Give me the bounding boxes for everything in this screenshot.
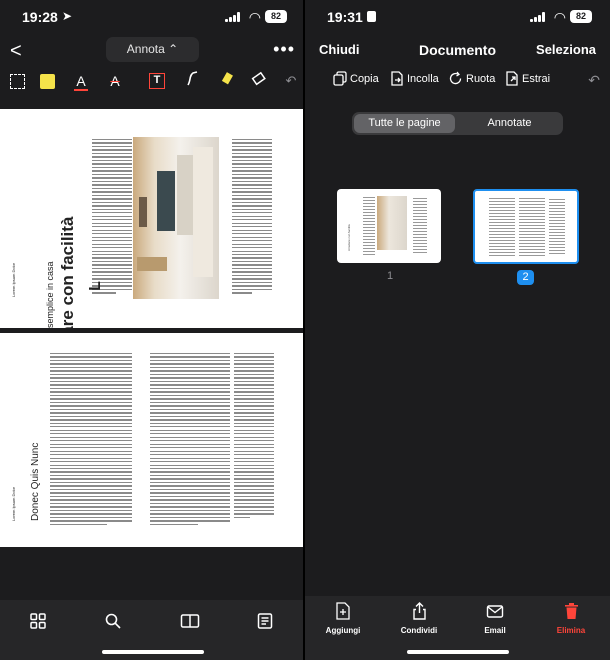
- left-bottom-toolbar: [0, 600, 305, 660]
- add-label: Aggiungi: [325, 626, 361, 635]
- rotate-button[interactable]: Ruota: [448, 71, 495, 86]
- segment-annotated[interactable]: Annotate: [459, 114, 560, 133]
- rotate-icon: [449, 71, 462, 85]
- status-bar: 19:31 ◠ 82: [305, 0, 610, 34]
- document-page-1[interactable]: Lorem Ipsum Dolor Lo stile semplice in c…: [0, 109, 305, 328]
- segment-all-pages[interactable]: Tutte le pagine: [354, 114, 455, 133]
- page-number-1: 1: [386, 270, 394, 282]
- page-thumbnail-1[interactable]: Arredare con facilità: [337, 189, 441, 263]
- document-overview-screen: 19:31 ◠ 82 Chiudi Documento Seleziona Co…: [305, 0, 610, 660]
- paste-button[interactable]: Incolla: [390, 71, 439, 86]
- paste-icon: [391, 71, 403, 86]
- back-chevron-icon[interactable]: <: [10, 40, 22, 63]
- copy-button[interactable]: Copia: [333, 71, 379, 86]
- thumb1-text-2: [413, 197, 427, 253]
- paste-label: Incolla: [407, 72, 439, 85]
- annotation-mode-selector[interactable]: Annota ⌃: [106, 37, 199, 62]
- text-color-icon[interactable]: A: [70, 70, 92, 92]
- page1-text-column-1: [92, 139, 132, 296]
- right-bottom-toolbar: Aggiungi Condividi Email Elimina: [305, 596, 610, 660]
- page2-text-column-3: [234, 353, 274, 520]
- id-card-icon: [367, 11, 376, 22]
- extract-icon: [506, 71, 518, 86]
- select-button[interactable]: Seleziona: [536, 42, 596, 57]
- page2-text-column-1: [50, 353, 132, 527]
- page-filter-segmented-control: Tutte le pagine Annotate: [352, 112, 563, 135]
- extract-button[interactable]: Estrai: [505, 71, 550, 86]
- thumb2-text-2: [519, 198, 545, 256]
- navigation-bar: Chiudi Documento Seleziona: [305, 34, 610, 64]
- page2-title: Donec Quis Nunc: [30, 442, 41, 521]
- eraser-icon[interactable]: [248, 70, 270, 92]
- page-actions-bar: Copia Incolla Ruota Estrai ↶: [305, 66, 610, 96]
- undo-icon[interactable]: ↶: [280, 70, 302, 92]
- share-label: Condividi: [400, 626, 438, 635]
- page1-text-column-2: [232, 139, 272, 296]
- email-button[interactable]: Email: [465, 602, 525, 635]
- battery-indicator: 82: [265, 10, 287, 23]
- delete-button[interactable]: Elimina: [541, 602, 601, 635]
- status-time: 19:28: [22, 9, 58, 25]
- add-button[interactable]: Aggiungi: [313, 602, 373, 635]
- home-indicator: [102, 650, 204, 654]
- search-icon[interactable]: [104, 612, 126, 632]
- annotate-screen: 19:28 ➤ ◠ 82 < Annota ⌃ ••• A A T ↶ Lore…: [0, 0, 305, 660]
- email-icon: [486, 605, 504, 618]
- undo-icon[interactable]: ↶: [588, 72, 600, 89]
- page1-side-text: Lorem Ipsum Dolor: [11, 262, 16, 297]
- thumb1-photo: [377, 196, 407, 250]
- share-button[interactable]: Condividi: [389, 602, 449, 635]
- delete-label: Elimina: [556, 626, 586, 635]
- thumb2-text-1: [489, 198, 515, 256]
- text-box-icon[interactable]: T: [146, 70, 168, 92]
- document-page-2[interactable]: Lorem Ipsum Dolor Donec Quis Nunc: [0, 333, 305, 547]
- share-icon: [412, 602, 426, 620]
- book-icon[interactable]: [180, 612, 202, 632]
- selection-tool-icon[interactable]: [6, 70, 28, 92]
- status-bar: 19:28 ➤ ◠ 82: [0, 0, 305, 34]
- rotate-label: Ruota: [466, 72, 496, 85]
- page-thumbnail-2[interactable]: [473, 189, 579, 264]
- marker-icon[interactable]: [216, 70, 238, 92]
- email-label: Email: [484, 626, 506, 635]
- annotation-toolbar: A A T ↶: [0, 66, 305, 96]
- page1-drop-cap: L: [86, 281, 104, 291]
- pen-icon[interactable]: [182, 70, 204, 92]
- location-icon: ➤: [62, 9, 73, 23]
- page2-text-column-2: [150, 353, 230, 527]
- wifi-icon: ◠: [553, 9, 566, 25]
- page1-photo: [133, 137, 219, 299]
- signal-icon: [530, 12, 545, 22]
- page1-subtitle: Lo stile semplice in casa: [45, 261, 55, 328]
- thumb1-text: [363, 197, 375, 255]
- wifi-icon: ◠: [248, 9, 261, 25]
- highlighter-yellow-icon[interactable]: [36, 70, 58, 92]
- thumb2-text-3: [549, 198, 565, 254]
- add-page-icon: [336, 602, 350, 620]
- home-indicator: [407, 650, 509, 654]
- thumb1-title: Arredare con facilità: [347, 224, 351, 251]
- page2-side-text: Lorem Ipsum Dolor: [11, 486, 16, 521]
- more-options-icon[interactable]: •••: [273, 39, 295, 60]
- signal-icon: [225, 12, 240, 22]
- battery-indicator: 82: [570, 10, 592, 23]
- copy-icon: [333, 71, 347, 86]
- grid-icon[interactable]: [29, 612, 51, 632]
- copy-label: Copia: [350, 72, 379, 85]
- trash-icon: [564, 603, 578, 619]
- strikethrough-icon[interactable]: A: [104, 70, 126, 92]
- status-time: 19:31: [327, 9, 363, 25]
- page-number-2-selected: 2: [517, 270, 534, 285]
- extract-label: Estrai: [522, 72, 551, 85]
- page1-title: Arredare con facilità: [58, 216, 77, 328]
- document-list-icon[interactable]: [256, 612, 278, 632]
